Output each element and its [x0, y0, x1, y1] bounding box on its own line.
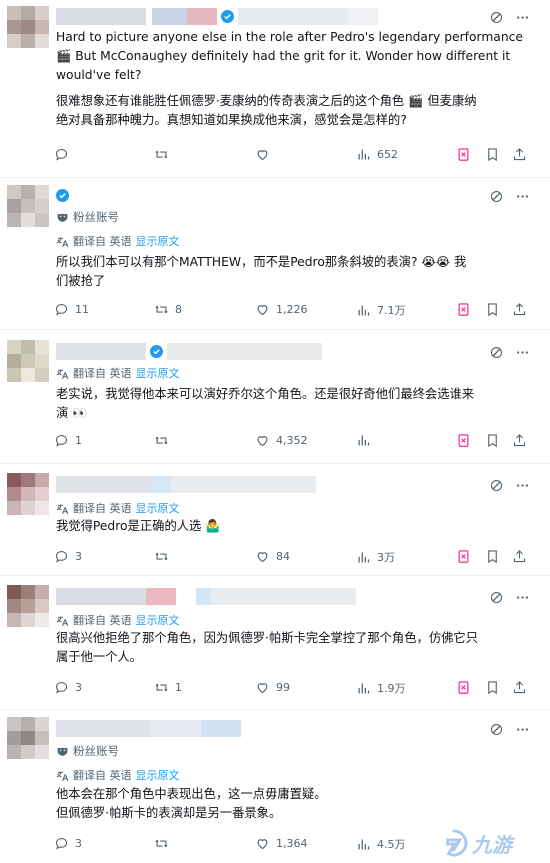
retweet-button[interactable]	[154, 147, 175, 162]
show-original-link[interactable]: 显示原文	[136, 500, 180, 516]
translate-icon	[56, 235, 69, 248]
grok-icon[interactable]	[488, 589, 504, 605]
grok-analyze-icon[interactable]	[456, 302, 471, 317]
avatar[interactable]	[7, 717, 49, 759]
like-button[interactable]	[255, 147, 276, 162]
grok-analyze-icon[interactable]	[456, 680, 471, 695]
watermark-logo: 九游	[439, 827, 544, 859]
reply-button[interactable]: 11	[54, 302, 89, 317]
grok-analyze-icon[interactable]	[456, 147, 471, 162]
show-original-link[interactable]: 显示原文	[136, 233, 180, 249]
post-text: 很高兴他拒绝了那个角色，因为佩德罗·帕斯卡完全掌控了那个角色，仿佛它只 属于他一…	[56, 631, 479, 664]
like-button[interactable]: 4,352	[255, 433, 308, 448]
bookmark-icon[interactable]	[485, 147, 500, 162]
more-options-icon[interactable]	[514, 9, 530, 25]
more-options-icon[interactable]	[514, 589, 530, 605]
reply-button[interactable]: 1	[54, 433, 82, 448]
watermark-icon	[446, 829, 468, 857]
more-options-icon[interactable]	[514, 477, 530, 493]
bookmark-icon[interactable]	[485, 302, 500, 317]
like-button[interactable]: 84	[255, 549, 290, 564]
translate-icon	[56, 769, 69, 782]
fan-account-label: 粉丝账号	[73, 744, 119, 758]
views-button[interactable]: 3万	[356, 549, 395, 565]
translated-from-label: 翻译自 英语	[73, 502, 132, 515]
share-icon[interactable]	[512, 680, 527, 695]
grok-analyze-icon[interactable]	[456, 549, 471, 564]
share-icon[interactable]	[512, 147, 527, 162]
retweet-button[interactable]: 1	[154, 680, 182, 695]
reply-button[interactable]: 3	[54, 680, 82, 695]
grok-icon[interactable]	[488, 344, 504, 360]
reply-post[interactable]: Hard to picture anyone else in the role …	[0, 0, 550, 178]
retweet-button[interactable]	[154, 836, 175, 851]
post-text: 我觉得Pedro是正确的人选 🤷‍♂️	[56, 519, 221, 533]
views-button[interactable]: 7.1万	[356, 302, 406, 318]
translate-icon	[56, 614, 69, 627]
post-text: 所以我们本可以有那个MATTHEW，而不是Pedro那条斜坡的表演? 😭😭 我 …	[56, 255, 467, 288]
reply-button[interactable]: 3	[54, 549, 82, 564]
views-button[interactable]: 652	[356, 147, 398, 162]
bookmark-icon[interactable]	[485, 549, 500, 564]
grok-icon[interactable]	[488, 188, 504, 204]
grok-analyze-icon[interactable]	[456, 433, 471, 448]
like-button[interactable]: 1,364	[255, 836, 308, 851]
retweet-button[interactable]	[154, 549, 175, 564]
reply-post[interactable]: 粉丝账号 翻译自 英语 显示原文 所以我们本可以有那个MATTHEW，而不是Pe…	[0, 178, 550, 330]
share-icon[interactable]	[512, 302, 527, 317]
post-text-translated: 很难想象还有谁能胜任佩德罗·麦康纳的传奇表演之后的这个角色 🎬 但麦康纳 绝对具…	[56, 94, 477, 127]
author-name[interactable]	[56, 720, 241, 737]
grok-icon[interactable]	[488, 9, 504, 25]
reply-button[interactable]	[54, 147, 75, 162]
reply-button[interactable]: 3	[54, 836, 82, 851]
grok-icon[interactable]	[488, 721, 504, 737]
retweet-button[interactable]	[154, 433, 175, 448]
avatar[interactable]	[7, 185, 49, 227]
reply-post[interactable]: 翻译自 英语 显示原文 我觉得Pedro是正确的人选 🤷‍♂️ 3 84 3万	[0, 464, 550, 576]
grok-icon[interactable]	[488, 477, 504, 493]
translate-icon	[56, 502, 69, 515]
share-icon[interactable]	[512, 433, 527, 448]
more-options-icon[interactable]	[514, 344, 530, 360]
avatar[interactable]	[7, 473, 49, 515]
post-text: 老实说，我觉得他本来可以演好乔尔这个角色。还是很好奇他们最终会选谁来 演 👀	[56, 387, 475, 420]
views-button[interactable]: 4.5万	[356, 836, 406, 852]
like-button[interactable]: 1,226	[255, 302, 308, 317]
reply-post[interactable]: 翻译自 英语 显示原文 老实说，我觉得他本来可以演好乔尔这个角色。还是很好奇他们…	[0, 330, 550, 464]
author-name[interactable]	[56, 8, 378, 25]
share-icon[interactable]	[512, 549, 527, 564]
author-name[interactable]	[56, 588, 356, 605]
author-name[interactable]	[56, 476, 316, 493]
like-button[interactable]: 99	[255, 680, 290, 695]
avatar[interactable]	[7, 340, 49, 382]
fan-account-label: 粉丝账号	[73, 210, 119, 224]
author-name[interactable]	[56, 343, 322, 360]
fan-account-icon	[56, 745, 69, 758]
views-button[interactable]: 1.9万	[356, 680, 406, 696]
translated-from-label: 翻译自 英语	[73, 235, 132, 248]
show-original-link[interactable]: 显示原文	[136, 365, 180, 381]
more-options-icon[interactable]	[514, 721, 530, 737]
post-text: 他本会在那个角色中表现出色，这一点毋庸置疑。 但佩德罗·帕斯卡的表演却是另一番景…	[56, 787, 327, 820]
fan-account-icon	[56, 211, 69, 224]
retweet-button[interactable]: 8	[154, 302, 182, 317]
author-name[interactable]	[56, 187, 73, 204]
show-original-link[interactable]: 显示原文	[136, 767, 180, 783]
show-original-link[interactable]: 显示原文	[136, 612, 180, 628]
verified-badge-icon	[56, 189, 69, 202]
avatar[interactable]	[7, 585, 49, 627]
translated-from-label: 翻译自 英语	[73, 367, 132, 380]
views-button[interactable]	[356, 433, 377, 448]
post-text-original: Hard to picture anyone else in the role …	[56, 30, 523, 82]
translated-from-label: 翻译自 英语	[73, 769, 132, 782]
more-options-icon[interactable]	[514, 188, 530, 204]
verified-badge-icon	[221, 10, 234, 23]
verified-badge-icon	[150, 345, 163, 358]
reply-post[interactable]: 翻译自 英语 显示原文 很高兴他拒绝了那个角色，因为佩德罗·帕斯卡完全掌控了那个…	[0, 576, 550, 710]
avatar[interactable]	[7, 6, 49, 48]
bookmark-icon[interactable]	[485, 433, 500, 448]
translate-icon	[56, 367, 69, 380]
translated-from-label: 翻译自 英语	[73, 614, 132, 627]
bookmark-icon[interactable]	[485, 680, 500, 695]
